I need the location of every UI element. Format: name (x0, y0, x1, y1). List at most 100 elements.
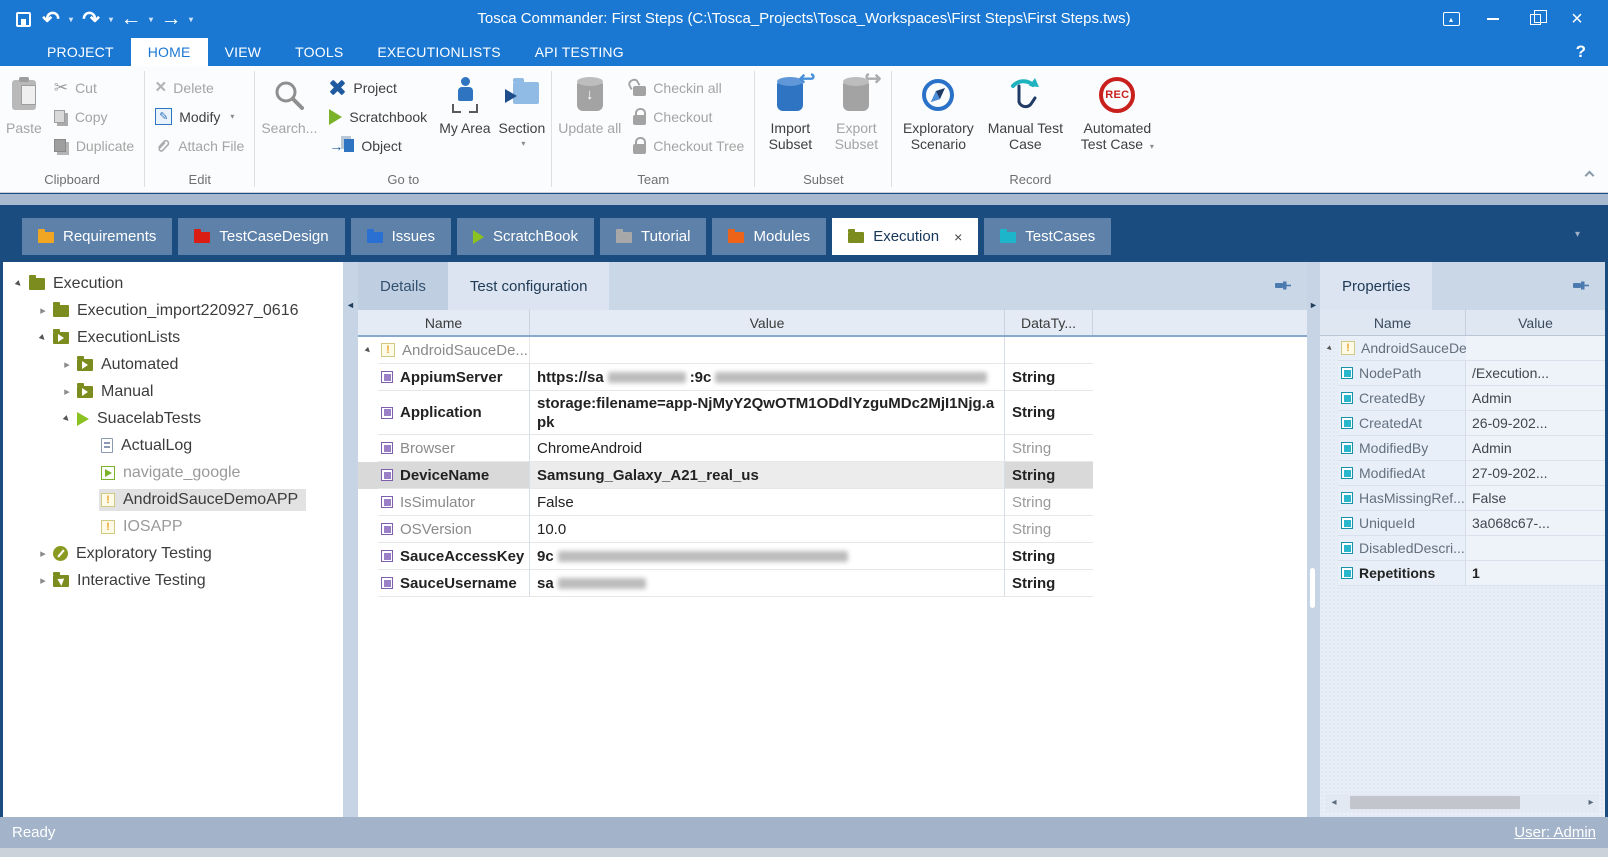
param-value[interactable]: https://sa:9c (530, 364, 1005, 391)
tab-test-configuration[interactable]: Test configuration (448, 262, 610, 310)
tree-item-manual[interactable]: ▸ Manual (3, 378, 343, 405)
copy-button[interactable]: Copy (46, 102, 142, 131)
config-row-issimulator[interactable]: IsSimulator False String (358, 489, 1307, 516)
config-row-devicename[interactable]: DeviceName Samsung_Galaxy_A21_real_us St… (358, 462, 1307, 489)
paste-button[interactable]: Paste (2, 69, 46, 170)
menu-tab-executionlists[interactable]: EXECUTIONLISTS (360, 38, 517, 66)
property-row-repetitions[interactable]: Repetitions 1 (1320, 561, 1605, 586)
user-link[interactable]: User: Admin (1514, 824, 1596, 841)
tab-execution[interactable]: Execution× (832, 218, 978, 255)
config-row-osversion[interactable]: OSVersion 10.0 String (358, 516, 1307, 543)
tree-item-iosapp[interactable]: !IOSAPP (3, 513, 343, 540)
menu-tab-api-testing[interactable]: API TESTING (518, 38, 641, 66)
expander-open-icon[interactable]: ▸ (1320, 339, 1339, 358)
column-header-value[interactable]: Value (530, 310, 1005, 335)
menu-tab-project[interactable]: PROJECT (30, 38, 131, 66)
tab-testcasedesign[interactable]: TestCaseDesign (178, 218, 344, 255)
forward-button[interactable]: → (158, 4, 184, 34)
exploratory-scenario-button[interactable]: Exploratory Scenario (894, 69, 982, 170)
expander-closed-icon[interactable]: ▸ (35, 547, 51, 560)
modify-button[interactable]: ✎Modify▾ (147, 102, 252, 131)
config-row-appiumserver[interactable]: AppiumServer https://sa:9c String (358, 364, 1307, 391)
tree-item-interactive-testing[interactable]: ▸ Interactive Testing (3, 567, 343, 594)
attach-file-button[interactable]: Attach File (147, 131, 252, 160)
tree-item-androidsaucedemoapp[interactable]: !AndroidSauceDemoAPP (3, 486, 343, 513)
config-row-browser[interactable]: Browser ChromeAndroid String (358, 435, 1307, 462)
tree-item-execution[interactable]: ▸ Execution (3, 270, 343, 297)
menu-tab-tools[interactable]: TOOLS (278, 38, 360, 66)
expander-closed-icon[interactable]: ▸ (35, 574, 51, 587)
property-row-uniqueid[interactable]: UniqueId 3a068c67-... (1320, 511, 1605, 536)
import-subset-button[interactable]: ↩ Import Subset (757, 69, 823, 170)
tab-requirements[interactable]: Requirements (22, 218, 172, 255)
collapse-right-icon[interactable]: ► (1309, 300, 1318, 310)
modify-dropdown-icon[interactable]: ▾ (230, 112, 234, 121)
section-button[interactable]: Section ▾ (495, 69, 550, 170)
tree-item-navigate-google[interactable]: navigate_google (3, 459, 343, 486)
config-row-sauceusername[interactable]: SauceUsername sa String (358, 570, 1307, 597)
tab-details[interactable]: Details (358, 262, 448, 310)
scrollbar-thumb[interactable] (1350, 796, 1520, 809)
config-row-sauceaccesskey[interactable]: SauceAccessKey 9c String (358, 543, 1307, 570)
property-row-modifiedat[interactable]: ModifiedAt 27-09-202... (1320, 461, 1605, 486)
tree-item-executionlists[interactable]: ▸ ExecutionLists (3, 324, 343, 351)
goto-object-button[interactable]: →Object (321, 131, 435, 160)
scroll-left-icon[interactable]: ◂ (1326, 797, 1342, 808)
my-area-button[interactable]: My Area (435, 69, 494, 170)
property-root-row[interactable]: ▸ !AndroidSauceDe... (1320, 336, 1605, 361)
property-row-createdat[interactable]: CreatedAt 26-09-202... (1320, 411, 1605, 436)
expander-closed-icon[interactable]: ▸ (59, 385, 75, 398)
auto-hide-pin-button[interactable] (1572, 262, 1605, 310)
param-value[interactable]: ChromeAndroid (530, 435, 1005, 462)
close-tab-icon[interactable]: × (954, 229, 962, 245)
redo-button[interactable]: ↷ (78, 4, 104, 34)
tab-properties[interactable]: Properties (1320, 262, 1432, 310)
column-header-name[interactable]: Name (358, 310, 530, 335)
property-row-modifiedby[interactable]: ModifiedBy Admin (1320, 436, 1605, 461)
tree-item-automated[interactable]: ▸ Automated (3, 351, 343, 378)
undo-button[interactable]: ↶ (38, 4, 64, 34)
save-button[interactable] (10, 4, 36, 34)
restore-button[interactable] (1518, 5, 1552, 33)
param-value[interactable]: False (530, 489, 1005, 516)
param-value[interactable]: 10.0 (530, 516, 1005, 543)
column-header-datatype[interactable]: DataTy... (1005, 310, 1093, 335)
undo-dropdown-icon[interactable]: ▾ (66, 4, 76, 34)
minimize-button[interactable] (1476, 5, 1510, 33)
tab-modules[interactable]: Modules (712, 218, 826, 255)
manual-test-case-button[interactable]: Manual Test Case (982, 69, 1068, 170)
tab-testcases[interactable]: TestCases (984, 218, 1111, 255)
cut-button[interactable]: ✂Cut (46, 73, 142, 102)
redo-dropdown-icon[interactable]: ▾ (106, 4, 116, 34)
auto-hide-pin-button[interactable] (1274, 262, 1307, 310)
section-dropdown-icon[interactable]: ▾ (521, 136, 525, 152)
menu-tab-view[interactable]: VIEW (208, 38, 279, 66)
tab-overflow-dropdown-icon[interactable]: ▾ (1575, 229, 1580, 240)
close-button[interactable]: × (1560, 5, 1594, 33)
expander-closed-icon[interactable]: ▸ (59, 358, 75, 371)
expander-open-icon[interactable]: ▸ (358, 341, 377, 360)
search-button[interactable]: Search... (257, 69, 321, 170)
scrollbar-thumb[interactable] (1310, 568, 1315, 608)
column-header-value[interactable]: Value (1466, 310, 1605, 335)
ribbon-display-button[interactable]: ▴ (1434, 5, 1468, 33)
goto-scratchbook-button[interactable]: Scratchbook (321, 102, 435, 131)
delete-button[interactable]: ×Delete (147, 73, 252, 102)
property-row-createdby[interactable]: CreatedBy Admin (1320, 386, 1605, 411)
automated-test-case-button[interactable]: REC Automated Test Case ▾ (1068, 69, 1166, 170)
tree-splitter[interactable] (343, 262, 358, 817)
config-row-application[interactable]: Application storage:filename=app-NjMyY2Q… (358, 391, 1307, 435)
vertical-scrollbar[interactable] (1307, 262, 1320, 817)
property-row-nodepath[interactable]: NodePath /Execution... (1320, 361, 1605, 386)
back-dropdown-icon[interactable]: ▾ (146, 4, 156, 34)
automated-dropdown-icon[interactable]: ▾ (1150, 142, 1154, 151)
config-root-row[interactable]: ▸ !AndroidSauceDe... (358, 337, 1307, 364)
param-value[interactable] (530, 337, 1005, 364)
export-subset-button[interactable]: ↪ Export Subset (823, 69, 889, 170)
expander-closed-icon[interactable]: ▸ (35, 304, 51, 317)
column-header-name[interactable]: Name (1320, 310, 1466, 335)
forward-dropdown-icon[interactable]: ▾ (186, 4, 196, 34)
scroll-right-icon[interactable]: ▸ (1583, 797, 1599, 808)
goto-project-button[interactable]: Project (321, 73, 435, 102)
property-row-disableddescription[interactable]: DisabledDescri... (1320, 536, 1605, 561)
